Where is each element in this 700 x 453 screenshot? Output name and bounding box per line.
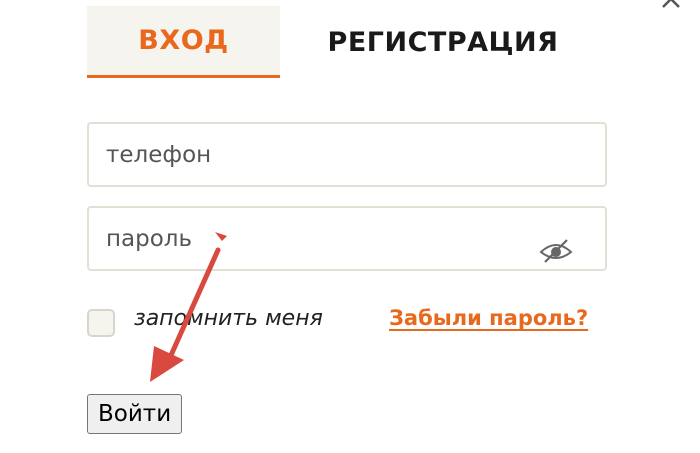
close-icon[interactable]: [660, 0, 682, 10]
login-submit-button[interactable]: Войти: [87, 394, 183, 434]
forgot-password-link[interactable]: Забыли пароль?: [389, 306, 588, 330]
remember-me-label[interactable]: запомнить меня: [134, 306, 323, 331]
tab-login[interactable]: ВХОД: [87, 6, 280, 78]
password-input[interactable]: [89, 208, 605, 269]
tab-register[interactable]: РЕГИСТРАЦИЯ: [312, 6, 574, 78]
remember-me-checkbox[interactable]: [87, 309, 115, 337]
tab-register-label: РЕГИСТРАЦИЯ: [327, 26, 559, 58]
eye-slash-icon[interactable]: [539, 236, 573, 264]
password-field-wrapper: [87, 206, 607, 271]
login-page: ВХОД РЕГИСТРАЦИЯ запомнить меня Забыли п…: [0, 0, 700, 453]
tab-login-label: ВХОД: [138, 25, 229, 56]
phone-field-wrapper: [87, 122, 607, 187]
phone-input[interactable]: [89, 124, 605, 185]
